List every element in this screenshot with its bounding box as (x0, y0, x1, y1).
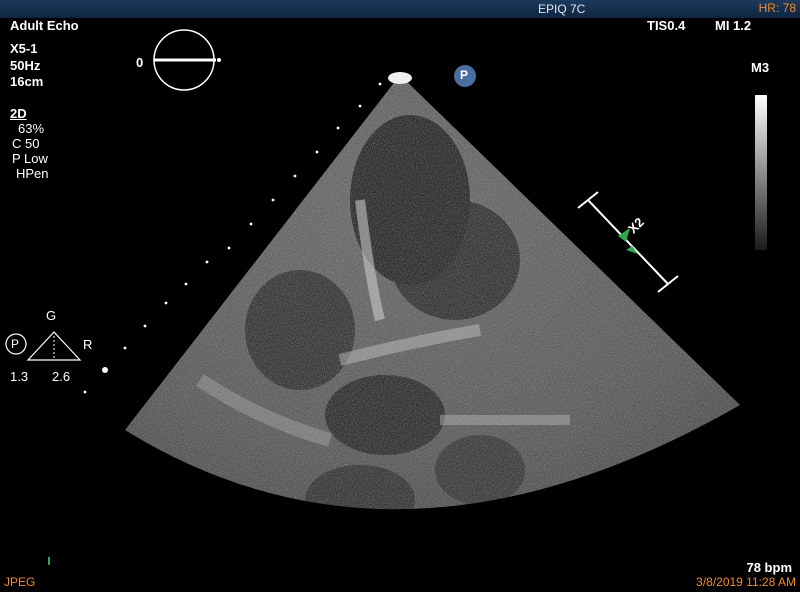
preset-label: Adult Echo (10, 18, 79, 33)
focus-marker (577, 191, 679, 293)
mi-value: MI 1.2 (715, 18, 752, 33)
gain-left-value: 1.3 (10, 369, 29, 384)
tis-value: TIS0.4 (647, 18, 686, 33)
gain-value: 63% (18, 121, 45, 136)
depth-label: 16cm (10, 74, 44, 89)
orientation-dial (153, 29, 221, 91)
gain-r-label: R (83, 337, 93, 352)
power-value: P Low (12, 151, 48, 166)
gain-g-label: G (46, 308, 57, 323)
mode-label: 2D (10, 106, 27, 121)
map-label: M3 (751, 60, 770, 75)
timestamp: 3/8/2019 11:28 AM (696, 575, 796, 589)
frame-rate: 50Hz (10, 58, 41, 73)
gain-p-label: P (11, 337, 20, 351)
image-format: JPEG (4, 575, 36, 589)
grayscale-bar (755, 95, 767, 250)
harmonics-value: HPen (16, 166, 49, 181)
ecg-tick (48, 557, 50, 565)
bpm-readout: 78 bpm (746, 560, 792, 575)
gain-right-value: 2.6 (52, 369, 71, 384)
probe-label: X5-1 (10, 41, 38, 56)
compression-value: C 50 (12, 136, 40, 151)
depth-marker-dot (102, 367, 108, 373)
orientation-value: 0 (136, 55, 144, 70)
probe-badge-label: P (460, 68, 469, 82)
probe-artifact (388, 72, 412, 84)
